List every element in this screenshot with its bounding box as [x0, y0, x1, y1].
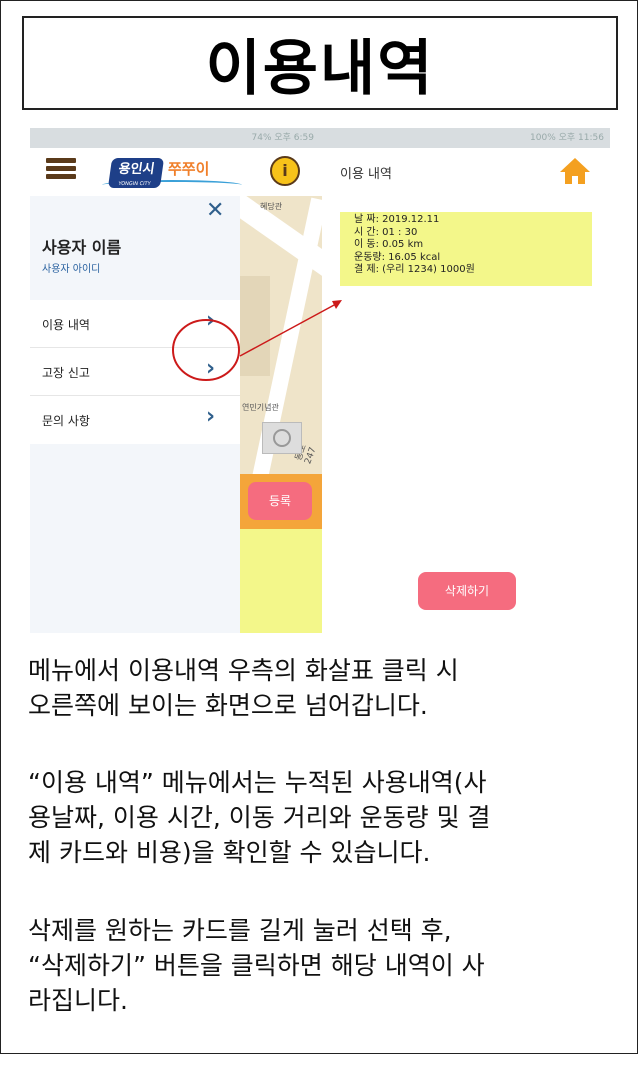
record-exercise: 운동량: 16.05 kcal: [354, 251, 441, 263]
user-id: 사용자 아이디: [42, 264, 101, 275]
drawer-item-label: 문의 사항: [42, 414, 90, 428]
description-line: 오른쪽에 보이는 화면으로 넘어갑니다.: [28, 691, 428, 720]
chevron-right-icon[interactable]: ›: [206, 356, 215, 381]
delete-button[interactable]: 삭제하기: [418, 572, 516, 610]
drawer-header: ✕ 사용자 이름 사용자 아이디: [30, 196, 240, 300]
drawer-item-fault-report[interactable]: 고장 신고 ›: [30, 348, 240, 396]
map-building: [240, 276, 270, 376]
status-text-right: 100% 오후 11:56: [530, 133, 604, 143]
map-view[interactable]: 혜당관 연민기념관 동로247: [240, 196, 322, 474]
screenshot-composite: 74% 오후 6:59 용인시 YONGIN CITY 쭈쭈이 i 혜당관 연민…: [30, 128, 610, 633]
bottom-area: [240, 529, 322, 633]
record-date: 날 짜: 2019.12.11: [354, 214, 440, 225]
drawer-item-inquiry[interactable]: 문의 사항 ›: [30, 396, 240, 444]
record-payment: 결 제: (우리 1234) 1000원: [354, 264, 475, 275]
status-text-left: 74% 오후 6:59: [251, 133, 315, 143]
description-paragraph-3: 삭제를 원하는 카드를 길게 눌러 선택 후, “삭제하기” 버튼을 클릭하면 …: [28, 913, 620, 1018]
close-icon[interactable]: ✕: [206, 198, 224, 223]
brand-text: 쭈쭈이: [168, 160, 210, 178]
logo-badge: 용인시 YONGIN CITY: [107, 158, 165, 188]
app-bar-right: 이용 내역: [322, 148, 610, 196]
description-line: 삭제를 원하는 카드를 길게 눌러 선택 후,: [28, 916, 452, 945]
drawer-item-label: 이용 내역: [42, 318, 90, 332]
record-distance: 이 동: 0.05 km: [354, 239, 424, 250]
chevron-right-icon[interactable]: ›: [206, 404, 215, 429]
description-line: 용날짜, 이용 시간, 이동 거리와 운동량 및 결: [28, 803, 491, 832]
screen-title: 이용 내역: [340, 167, 392, 182]
logo-text: 용인시: [117, 162, 156, 177]
description-line: “삭제하기” 버튼을 클릭하면 해당 내역이 사: [28, 951, 485, 980]
register-button[interactable]: 등록: [248, 482, 312, 520]
record-time: 시 간: 01 : 30: [354, 226, 418, 238]
status-bar-right: 100% 오후 11:56: [322, 128, 610, 148]
description-line: “이용 내역” 메뉴에서는 누적된 사용내역(사: [28, 768, 487, 797]
description-paragraph-1: 메뉴에서 이용내역 우측의 화살표 클릭 시 오른쪽에 보이는 화면으로 넘어갑…: [28, 653, 620, 723]
drawer-item-usage-history[interactable]: 이용 내역 ›: [30, 300, 240, 348]
map-label: 연민기념관: [242, 403, 279, 412]
yongin-logo: 용인시 YONGIN CITY 쭈쭈이: [102, 152, 252, 192]
chevron-right-icon[interactable]: ›: [206, 308, 215, 333]
description-paragraph-2: “이용 내역” 메뉴에서는 누적된 사용내역(사 용날짜, 이용 시간, 이동 …: [28, 765, 620, 870]
usage-history-screen: 날 짜: 2019.12.11 시 간: 01 : 30 이 동: 0.05 k…: [322, 196, 610, 633]
logo-subtext: YONGIN CITY: [117, 181, 151, 187]
hamburger-menu-icon[interactable]: [46, 158, 76, 184]
page-title: 이용내역: [205, 33, 435, 104]
page-title-box: 이용내역: [22, 16, 618, 110]
description-line: 라집니다.: [28, 986, 128, 1015]
app-bar-left: 용인시 YONGIN CITY 쭈쭈이 i: [30, 148, 322, 196]
status-bar-left: 74% 오후 6:59: [30, 128, 322, 148]
map-label: 혜당관: [260, 202, 283, 211]
description-line: 제 카드와 비용)을 확인할 수 있습니다.: [28, 838, 431, 867]
usage-record-card[interactable]: 날 짜: 2019.12.11 시 간: 01 : 30 이 동: 0.05 k…: [340, 212, 592, 286]
drawer-item-label: 고장 신고: [42, 366, 90, 380]
nav-drawer: ✕ 사용자 이름 사용자 아이디 이용 내역 › 고장 신고 › 문의 사항 ›: [30, 196, 240, 633]
drawer-empty-area: [30, 444, 240, 633]
home-icon[interactable]: [558, 156, 592, 186]
info-icon[interactable]: i: [270, 156, 300, 186]
locate-icon[interactable]: [262, 422, 302, 454]
description-line: 메뉴에서 이용내역 우측의 화살표 클릭 시: [28, 656, 459, 685]
user-name: 사용자 이름: [42, 238, 122, 257]
